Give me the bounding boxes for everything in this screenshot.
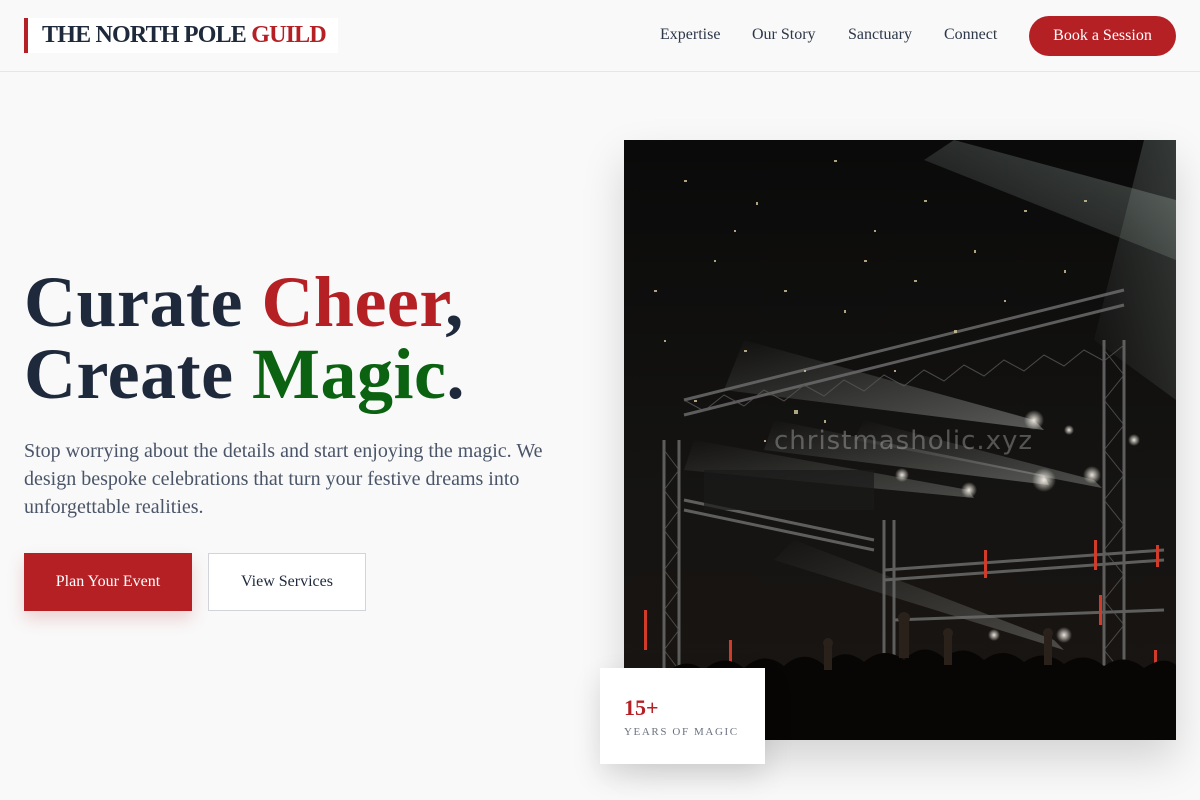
hero-headline: Curate Cheer, Create Magic.	[24, 266, 584, 410]
headline-period: .	[446, 334, 465, 414]
headline-comma: ,	[445, 262, 464, 342]
image-watermark: christmasholic.xyz	[774, 426, 1034, 456]
view-services-button[interactable]: View Services	[208, 553, 366, 611]
headline-word-cheer: Cheer	[261, 262, 446, 342]
hero-subtext: Stop worrying about the details and star…	[24, 440, 543, 518]
logo-text-accent: GUILD	[251, 22, 326, 48]
nav-link-our-story[interactable]: Our Story	[752, 24, 816, 46]
hero-concert-image: christmasholic.xyz	[624, 140, 1176, 740]
headline-line1: Curate Cheer,	[24, 262, 464, 342]
headline-word-curate: Curate	[24, 262, 262, 342]
nav-link-connect[interactable]: Connect	[944, 24, 997, 46]
book-session-button[interactable]: Book a Session	[1029, 16, 1176, 56]
site-header: THE NORTH POLE GUILD Expertise Our Story…	[0, 0, 1200, 72]
logo-text-main: THE NORTH POLE	[42, 22, 252, 48]
headline-word-create: Create	[24, 334, 253, 414]
headline-line2: Create Magic.	[24, 334, 465, 414]
stat-value: 15+	[624, 695, 659, 720]
plan-event-button[interactable]: Plan Your Event	[24, 553, 192, 611]
headline-word-magic: Magic	[252, 334, 447, 414]
stat-label: YEARS OF MAGIC	[624, 726, 739, 738]
years-stat-card: 15+ YEARS OF MAGIC	[600, 668, 765, 764]
nav-link-expertise[interactable]: Expertise	[660, 24, 720, 46]
brand-logo[interactable]: THE NORTH POLE GUILD	[24, 18, 338, 53]
nav-link-sanctuary[interactable]: Sanctuary	[848, 24, 912, 46]
